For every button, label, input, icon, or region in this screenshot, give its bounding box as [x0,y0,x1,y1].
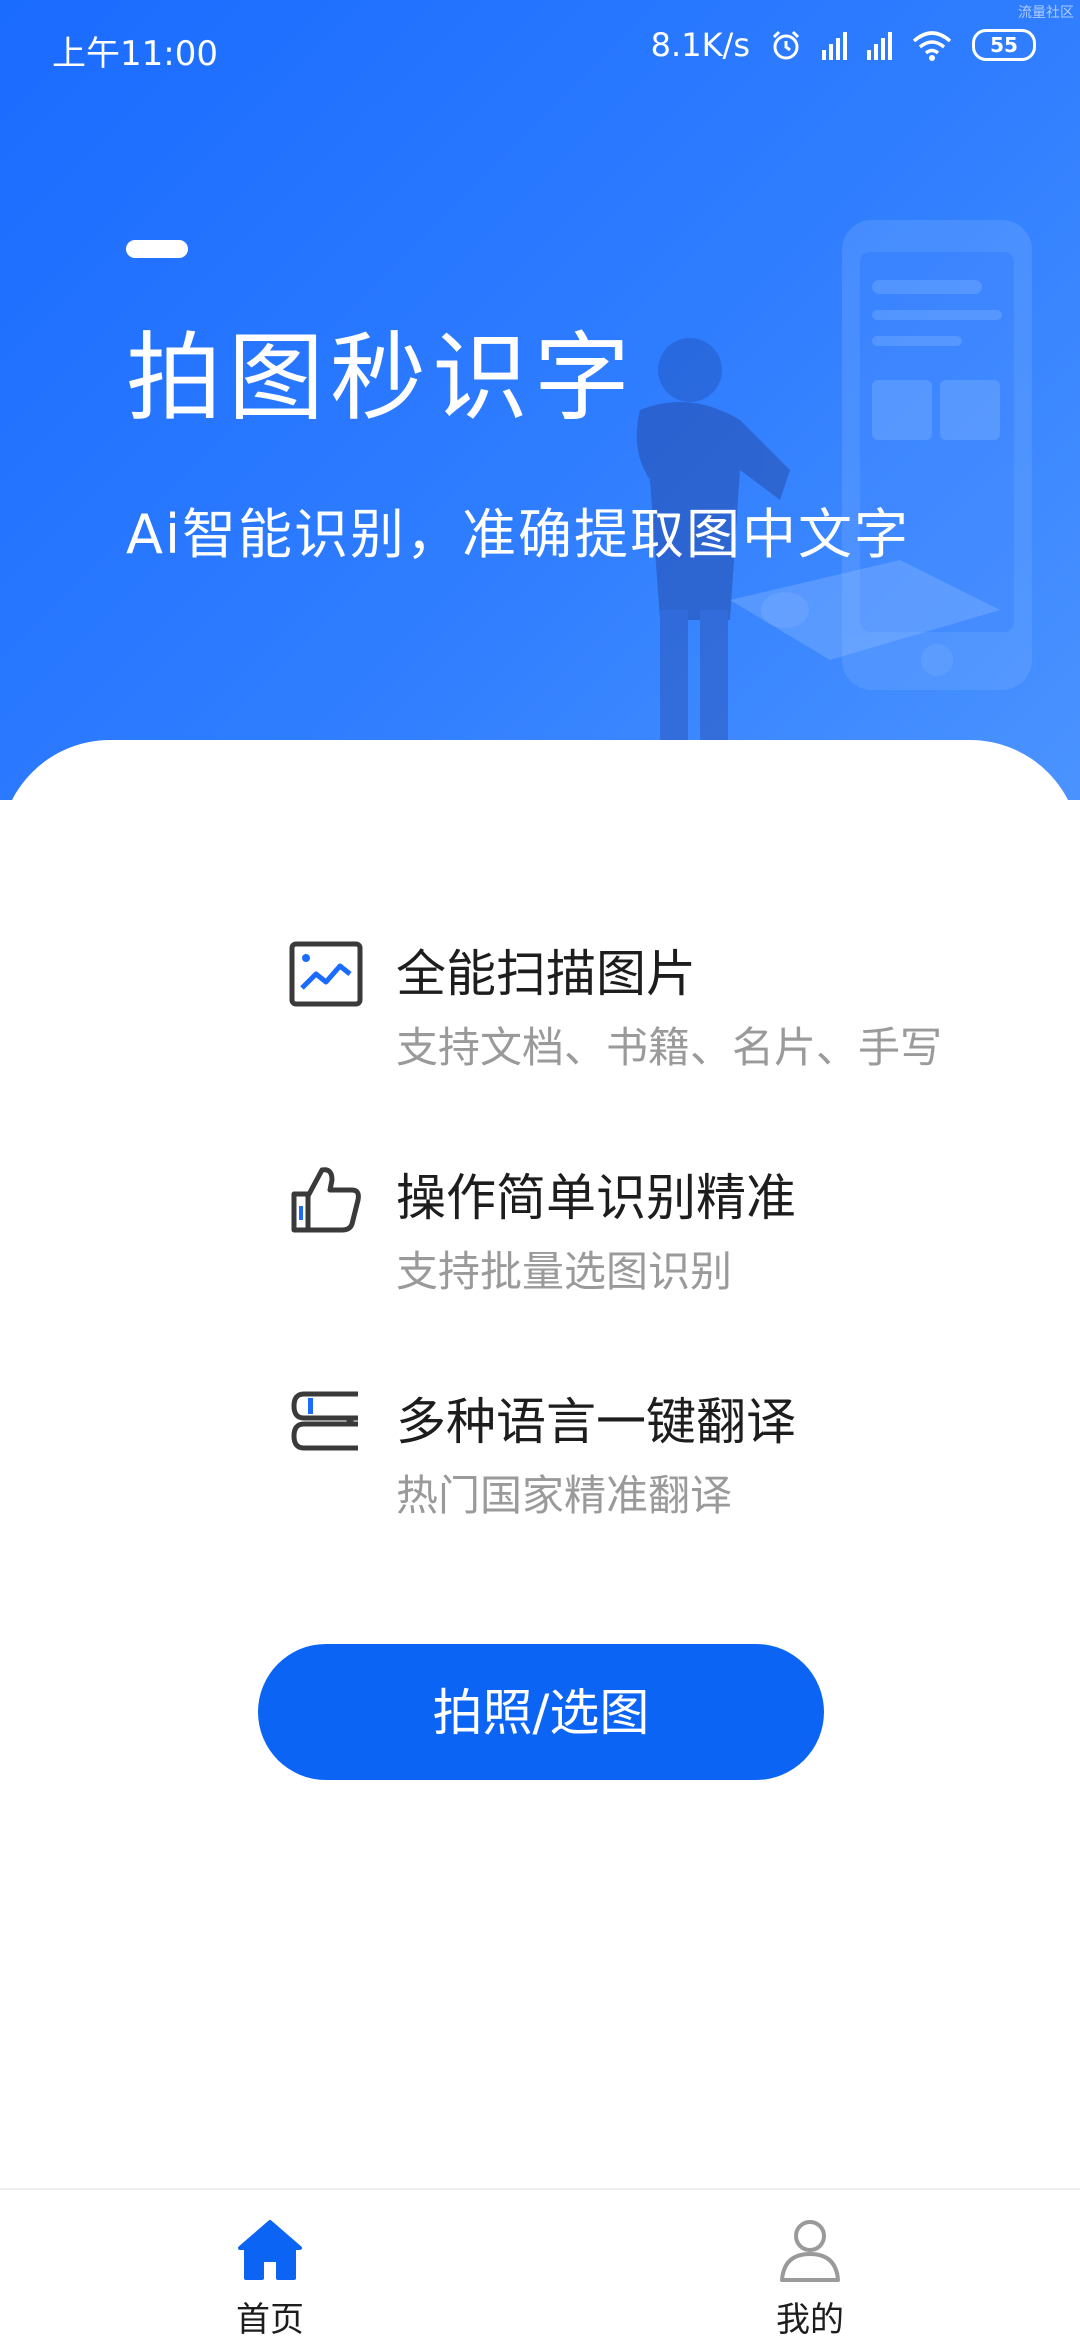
nav-label-mine: 我的 [776,2300,844,2340]
user-icon [780,2220,840,2282]
take-photo-button[interactable]: 拍照/选图 [258,1644,824,1780]
feature-subtitle: 支持批量选图识别 [396,1247,733,1296]
alarm-icon [772,30,800,60]
books-icon [291,1391,358,1451]
hero-title: 拍图秒识字 [126,322,636,434]
hero-subtitle: Ai智能识别，准确提取图中文字 [126,503,910,566]
thumbs-up-icon [291,1167,361,1233]
hd-signal-icon [822,30,847,60]
content-card: 全能扫描图片 支持文档、书籍、名片、手写 操作简单识别精准 支持批量选图识别 多… [0,740,1080,2340]
feature-item-accuracy: 操作简单识别精准 支持批量选图识别 [288,1160,1008,1310]
watermark: 流量社区 [1018,5,1074,21]
status-icons: 8.1K/s 55 [651,26,1036,64]
nav-item-mine[interactable]: 我的 [730,2208,890,2340]
feature-title: 全能扫描图片 [396,945,696,1003]
bottom-nav: 首页 我的 [0,2188,1080,2342]
network-speed: 8.1K/s [650,26,750,64]
battery-icon: 55 [972,29,1036,61]
hero-accent-dash [126,240,188,258]
status-time: 上午11:00 [52,34,218,74]
feature-title: 多种语言一键翻译 [396,1393,796,1451]
status-bar: 上午11:00 流量社区 8.1K/s 55 [0,0,1080,96]
wifi-icon [912,31,952,61]
nav-item-home[interactable]: 首页 [190,2208,350,2340]
home-icon [238,2220,302,2280]
feature-title: 操作简单识别精准 [396,1169,796,1227]
feature-subtitle: 支持文档、书籍、名片、手写 [396,1023,943,1072]
feature-item-translate: 多种语言一键翻译 热门国家精准翻译 [288,1384,1008,1534]
image-chart-icon [289,941,363,1007]
nav-label-home: 首页 [236,2300,304,2340]
feature-subtitle: 热门国家精准翻译 [396,1471,733,1520]
feature-item-scan: 全能扫描图片 支持文档、书籍、名片、手写 [288,936,1008,1086]
hd-signal-icon [867,30,892,60]
hero-banner: 上午11:00 流量社区 8.1K/s 55 拍图秒识字 Ai智能识别，准确提取… [0,0,1080,800]
